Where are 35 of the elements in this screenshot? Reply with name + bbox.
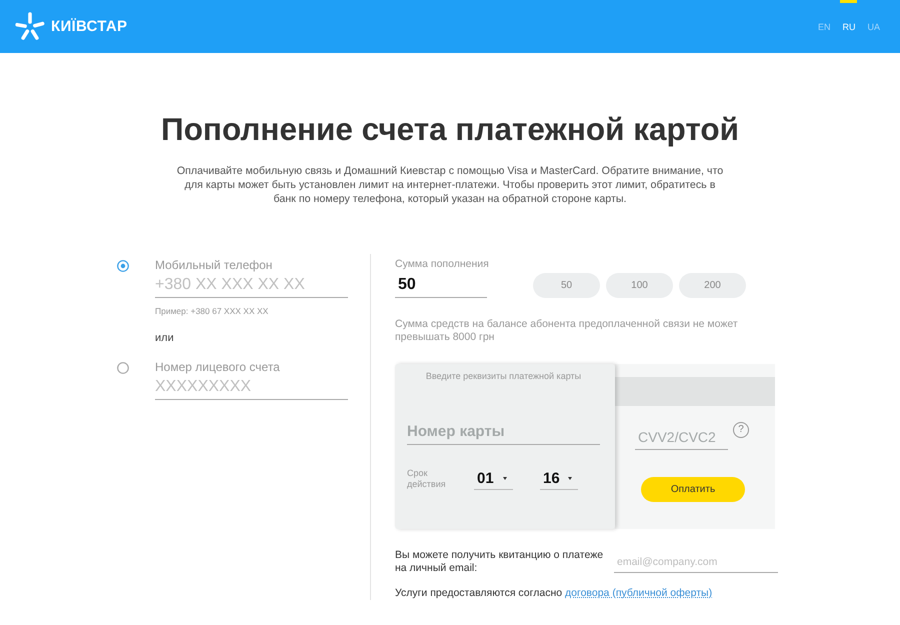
field-label: Мобильный телефон (155, 258, 274, 272)
language-tab[interactable]: UA (865, 0, 882, 38)
terms-text: Услуги предоставляются согласно договора (публичной оферты) (395, 587, 712, 600)
contract-link[interactable]: договора (публичной оферты) (565, 587, 712, 599)
preset-amount-button[interactable]: 100 (606, 273, 673, 298)
pay-button[interactable]: Оплатить (641, 477, 745, 502)
caret-icon (568, 477, 572, 480)
expiry-label: Срок действия (407, 468, 447, 490)
card-heading: Введите реквизиты платежной карты (426, 371, 582, 382)
caret-icon (503, 477, 507, 480)
card-number-field[interactable]: Номер карты (407, 418, 600, 445)
cvv-field[interactable]: CVV2/CVC2 (635, 424, 728, 450)
input-field[interactable]: XXXXXXXXX (155, 374, 348, 400)
input-field[interactable]: +380 XX XXX XX XX (155, 272, 348, 298)
language-tab[interactable]: EN (816, 0, 832, 38)
preset-amount-button[interactable]: 200 (679, 273, 746, 298)
limit-note: Сумма средств на балансе абонента предоплаченной связи не может превышать 8000 грн (395, 318, 739, 344)
separator-text: или (155, 332, 175, 344)
radio-button[interactable] (117, 260, 129, 272)
logo-icon (15, 12, 45, 42)
hint-text: Пример: +380 67 XXX XX XX (155, 306, 270, 316)
page-title: Пополнение счета платежной картой (160, 110, 740, 148)
description-text: Оплачивайте мобильную связь и Домашний Киевстар с помощью Visa и MasterCard. Обратите внимание, что для карты может быть установлен лимит на интернет-платежи. Чтобы проверить этот лимит, обратитесь в банк по номеру телефона, который указан на обратной стороне карты. (176, 164, 724, 206)
email-field[interactable]: email@company.com (614, 551, 778, 573)
radio-button[interactable] (117, 362, 129, 374)
month-select[interactable]: 01 (474, 468, 513, 490)
language-tab[interactable]: RU (840, 0, 858, 38)
field-label: Номер лицевого счета (155, 360, 281, 374)
receipt-label: Вы можете получить квитанцию о платеже на личный email: (395, 549, 604, 575)
amount-field[interactable]: 50 (395, 273, 487, 298)
amount-label: Сумма пополнения (395, 258, 489, 271)
logo-text: КИЇВСТАР (51, 18, 128, 35)
preset-amount-button[interactable]: 50 (533, 273, 600, 298)
help-button[interactable]: ? (733, 422, 749, 438)
year-select[interactable]: 16 (540, 468, 578, 490)
